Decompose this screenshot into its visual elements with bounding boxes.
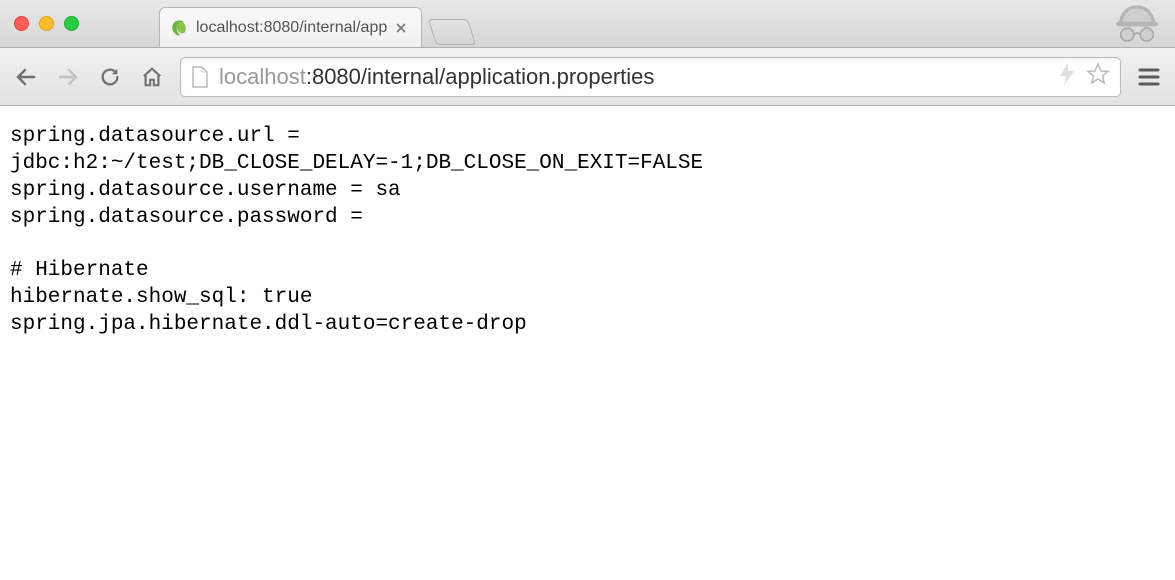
url-text: localhost:8080/internal/application.prop…	[219, 64, 1048, 90]
back-button[interactable]	[12, 63, 40, 91]
address-bar[interactable]: localhost:8080/internal/application.prop…	[180, 57, 1121, 97]
leaf-icon	[170, 19, 188, 37]
file-icon	[191, 66, 209, 88]
window-close-button[interactable]	[14, 16, 29, 31]
url-path: :8080/internal/application.properties	[306, 64, 655, 89]
incognito-icon	[1111, 2, 1163, 51]
window-controls	[14, 16, 79, 31]
home-button[interactable]	[138, 63, 166, 91]
close-icon[interactable]	[395, 19, 407, 37]
browser-tab[interactable]: localhost:8080/internal/app	[159, 7, 422, 47]
forward-button[interactable]	[54, 63, 82, 91]
titlebar: localhost:8080/internal/app	[0, 0, 1175, 48]
star-icon[interactable]	[1086, 62, 1110, 91]
menu-button[interactable]	[1135, 63, 1163, 91]
response-body: spring.datasource.url = jdbc:h2:~/test;D…	[10, 124, 1165, 339]
url-host: localhost	[219, 64, 306, 89]
page-content: spring.datasource.url = jdbc:h2:~/test;D…	[0, 106, 1175, 357]
new-tab-button[interactable]	[428, 19, 476, 45]
window-minimize-button[interactable]	[39, 16, 54, 31]
window-maximize-button[interactable]	[64, 16, 79, 31]
tab-title: localhost:8080/internal/app	[196, 19, 387, 37]
reload-button[interactable]	[96, 63, 124, 91]
tab-strip: localhost:8080/internal/app	[159, 0, 472, 47]
bolt-icon	[1058, 63, 1076, 90]
toolbar: localhost:8080/internal/application.prop…	[0, 48, 1175, 106]
